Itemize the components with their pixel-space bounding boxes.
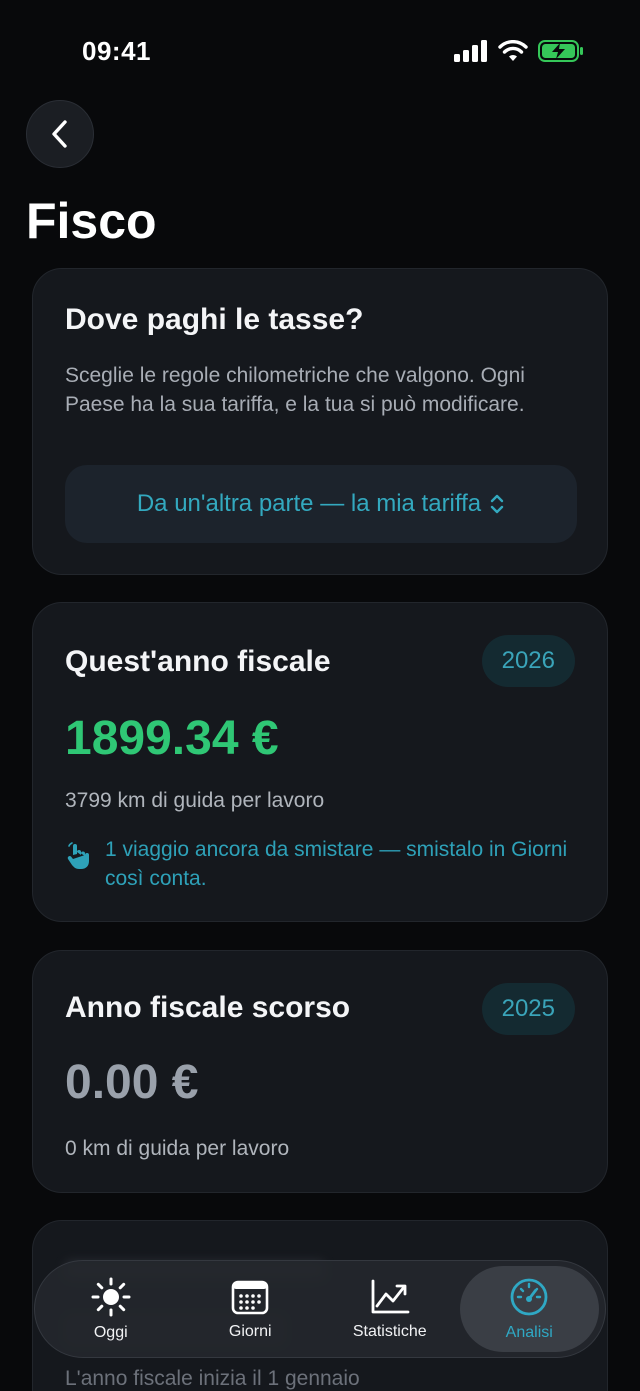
status-icons [454,40,584,62]
chevron-up-down-icon [490,494,504,514]
tab-statistiche[interactable]: Statistiche [320,1266,460,1352]
tax-card-description: Sceglie le regole chilometriche che valg… [65,364,525,416]
tab-oggi-label: Oggi [93,1324,128,1341]
cellular-signal-icon [454,40,487,62]
status-time: 09:41 [82,36,151,66]
status-bar: 09:41 [0,0,640,100]
current-year-badge: 2026 [481,635,575,687]
current-year-card: Quest'anno fiscale 2026 1899.34 € 3799 k… [32,602,608,922]
tab-giorni-label: Giorni [228,1323,272,1340]
current-year-km: 3799 km di guida per lavoro [65,789,325,812]
previous-year-badge: 2025 [481,983,575,1035]
gauge-icon [510,1278,548,1316]
tab-giorni[interactable]: Giorni [181,1266,321,1352]
tax-card-title: Dove paghi le tasse? [65,303,364,336]
unsorted-trip-hint-text: 1 viaggio ancora da smistare — smistalo … [105,838,568,890]
current-year-title: Quest'anno fiscale [65,645,331,678]
current-year-amount: 1899.34 € [65,712,279,765]
calendar-icon [231,1280,269,1315]
tab-statistiche-label: Statistiche [352,1323,427,1340]
chart-icon [371,1279,410,1314]
unsorted-trip-hint[interactable]: 1 viaggio ancora da smistare — smistalo … [65,835,575,893]
tab-analisi[interactable]: Analisi [459,1266,599,1352]
tax-rule-select[interactable]: Da un'altra parte — la mia tariffa [65,465,577,543]
back-button[interactable] [26,100,94,168]
page-title: Fisco [26,193,157,249]
previous-year-title: Anno fiscale scorso [65,991,351,1024]
tax-location-card: Dove paghi le tasse? Sceglie le regole c… [32,268,608,575]
hand-tap-icon [67,842,89,869]
tab-analisi-label: Analisi [505,1324,553,1341]
battery-charging-icon [538,40,583,62]
sun-icon [91,1277,131,1317]
previous-year-km: 0 km di guida per lavoro [65,1137,290,1160]
tax-rule-select-value: Da un'altra parte — la mia tariffa [136,490,482,517]
previous-year-card: Anno fiscale scorso 2025 0.00 € 0 km di … [32,950,608,1193]
previous-year-amount: 0.00 € [65,1056,199,1109]
info-card-footer: L'anno fiscale inizia il 1 gennaio [65,1367,360,1390]
tab-oggi[interactable]: Oggi [41,1266,181,1352]
wifi-icon [498,40,528,61]
tab-bar: Oggi Giorni Statistiche Analisi [34,1260,606,1358]
chevron-left-icon [52,120,67,148]
